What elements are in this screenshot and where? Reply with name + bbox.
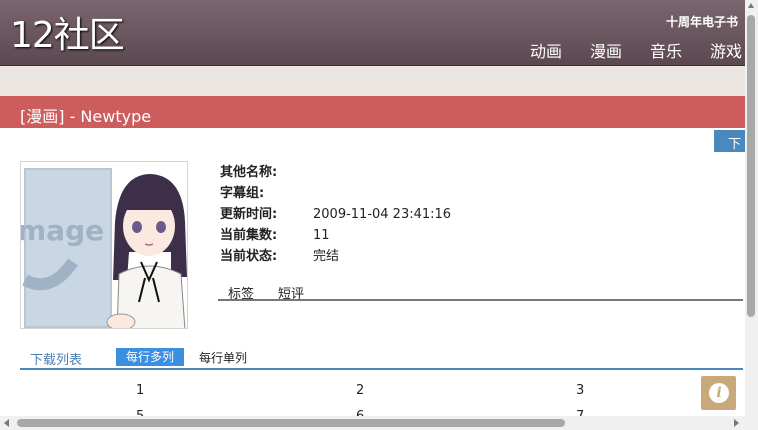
nav-music[interactable]: 音乐 <box>650 38 682 62</box>
tab-tags[interactable]: 标签 <box>228 283 254 302</box>
page-title-bar: [漫画] - Newtype <box>0 96 745 128</box>
info-value: 11 <box>313 228 330 243</box>
info-row-status: 当前状态: 完结 <box>220 248 451 269</box>
vertical-scroll-thumb[interactable] <box>747 15 755 317</box>
info-value: 完结 <box>313 249 340 264</box>
placeholder-text: mage <box>21 214 104 247</box>
info-key: 更新时间: <box>220 207 278 222</box>
info-button[interactable]: i <box>701 376 736 410</box>
nav-manga[interactable]: 漫画 <box>590 38 622 62</box>
scroll-right-arrow-icon[interactable] <box>734 419 739 427</box>
multi-column-button[interactable]: 每行多列 <box>116 348 184 366</box>
info-row-episodes: 当前集数: 11 <box>220 227 451 248</box>
horizontal-scrollbar[interactable] <box>0 416 745 430</box>
episode-link-1[interactable]: 1 <box>136 383 144 398</box>
info-row-subgroup: 字幕组: <box>220 185 451 206</box>
page: 12社区 十周年电子书 动画 漫画 音乐 游戏 [漫画] - Newtype 下… <box>0 0 758 430</box>
cover-image: mage <box>20 161 188 329</box>
info-row-updated: 更新时间: 2009-11-04 23:41:16 <box>220 206 451 227</box>
horizontal-scroll-thumb[interactable] <box>17 419 565 427</box>
download-list-header: 下载列表 每行多列 每行单列 <box>20 348 743 370</box>
info-value: 2009-11-04 23:41:16 <box>313 207 452 222</box>
site-logo[interactable]: 12社区 <box>10 14 125 58</box>
info-key: 字幕组: <box>220 186 265 201</box>
nav-anime[interactable]: 动画 <box>530 38 562 62</box>
anniversary-ebook-link[interactable]: 十周年电子书 <box>666 13 738 30</box>
vertical-scrollbar[interactable] <box>745 0 758 430</box>
sub-header-bar <box>0 66 745 96</box>
info-icon: i <box>709 383 729 403</box>
info-row-aliases: 其他名称: <box>220 164 451 185</box>
scroll-up-arrow-icon[interactable] <box>748 3 754 8</box>
episode-link-2[interactable]: 2 <box>356 383 364 398</box>
main-nav: 动画 漫画 音乐 游戏 <box>502 38 742 62</box>
info-key: 当前集数: <box>220 228 278 243</box>
page-title: [漫画] - Newtype <box>20 107 152 126</box>
download-tab[interactable]: 下 <box>714 130 745 152</box>
info-tabs: 标签 短评 <box>218 283 743 302</box>
episode-link-3[interactable]: 3 <box>576 383 584 398</box>
single-column-button[interactable]: 每行单列 <box>199 349 247 366</box>
cover-illustration: mage <box>21 162 187 328</box>
scroll-left-arrow-icon[interactable] <box>4 419 9 427</box>
site-header: 12社区 十周年电子书 动画 漫画 音乐 游戏 <box>0 0 758 66</box>
download-list-title: 下载列表 <box>30 353 83 368</box>
tab-reviews[interactable]: 短评 <box>278 283 304 302</box>
info-key: 当前状态: <box>220 249 278 264</box>
info-key: 其他名称: <box>220 165 278 180</box>
nav-games[interactable]: 游戏 <box>710 38 742 62</box>
manga-info: 其他名称: 字幕组: 更新时间: 2009-11-04 23:41:16 当前集… <box>220 164 451 269</box>
